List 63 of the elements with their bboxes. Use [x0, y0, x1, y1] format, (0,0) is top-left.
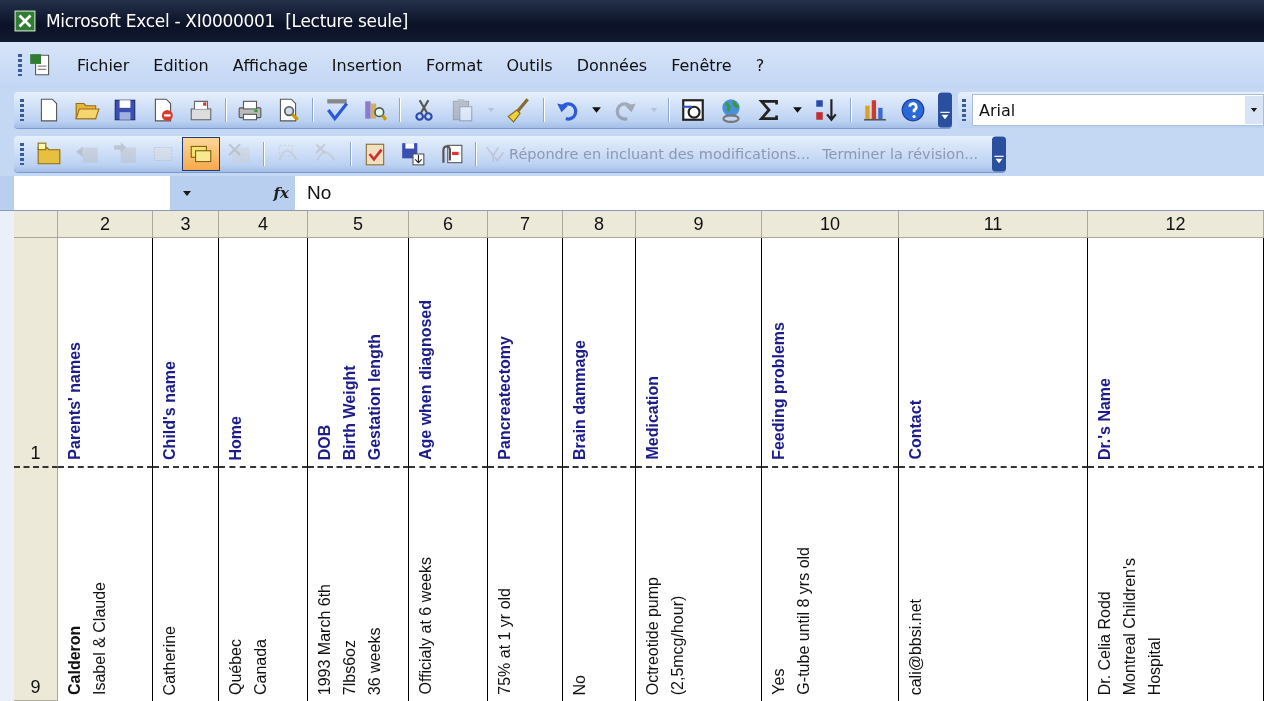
table-cell-text: No: [570, 674, 589, 695]
table-cell-text: Feeding problems: [769, 322, 788, 460]
table-cell-text: Officialy at 6 weeks: [416, 557, 435, 695]
table-cell-text: Age when diagnosed: [416, 300, 435, 460]
check-mark-icon[interactable]: [324, 97, 350, 123]
help-icon[interactable]: [900, 97, 926, 123]
caret-icon[interactable]: [591, 106, 602, 114]
menu-item[interactable]: Fichier: [68, 51, 139, 79]
table-cell-text: 75% at 1 yr old: [495, 588, 514, 695]
column-header[interactable]: 12: [1088, 211, 1264, 238]
table-cell-text: Brain dammage: [570, 339, 589, 460]
font-field[interactable]: Arial: [972, 94, 1264, 126]
column-header[interactable]: 3: [153, 211, 219, 238]
column-header[interactable]: 11: [899, 211, 1088, 238]
table-cell-text: Catherine: [160, 625, 179, 695]
table-cell-text: DOB Birth Weight Gestation length: [315, 333, 384, 460]
toolbar-options-icon[interactable]: [938, 92, 952, 128]
column-header[interactable]: 6: [409, 211, 488, 238]
table-cell-text: Dr.'s Name: [1095, 377, 1114, 460]
formula-field[interactable]: No: [295, 176, 1264, 210]
table-cell-text: cali@bbsi.net: [906, 598, 925, 695]
note-folder-icon[interactable]: [36, 141, 62, 167]
column-header[interactable]: 9: [636, 211, 762, 238]
column-header[interactable]: 8: [563, 211, 636, 238]
table-cell-text: Octreotide pump (2,5mcg/hour): [643, 576, 687, 695]
menu-item[interactable]: Format: [417, 51, 492, 79]
table-cell-text: Québec Canada: [226, 638, 270, 695]
menu-item[interactable]: Edition: [144, 51, 218, 79]
menu-item[interactable]: Fenêtre: [662, 51, 741, 79]
spreadsheet-logo-icon: [14, 10, 36, 32]
caret-icon[interactable]: [182, 189, 192, 197]
table-cell-text: Parents' names: [65, 342, 84, 460]
window-title: Microsoft Excel - XI0000001 [Lecture seule]: [46, 11, 409, 31]
toolbar-button[interactable]: [182, 137, 220, 171]
floppy-arrow-icon[interactable]: [400, 141, 426, 167]
column-header[interactable]: 4: [219, 211, 308, 238]
table-cell-text: Dr. Celia Rodd Montreal Children's Hospital: [1095, 557, 1164, 695]
menu-item[interactable]: Affichage: [223, 51, 317, 79]
table-cell-text: Medication: [643, 376, 662, 460]
brush-icon[interactable]: [506, 97, 532, 123]
row-header[interactable]: 9: [14, 468, 58, 701]
table-cell-text: 1993 March 6th 7lbs6oz 36 weeks: [315, 583, 384, 695]
table-cell-text: Yes G-tube until 8 yrs old: [769, 547, 813, 695]
table-cell-text: Child's name: [160, 361, 179, 460]
caret-icon[interactable]: [1250, 107, 1258, 113]
menu-item[interactable]: Insertion: [322, 51, 412, 79]
caret-icon[interactable]: [792, 106, 803, 114]
table-cell-text: Contact: [906, 400, 925, 460]
column-header[interactable]: 2: [58, 211, 153, 238]
sort-icon[interactable]: [813, 97, 839, 123]
menu-item[interactable]: Outils: [497, 51, 562, 79]
table-cell-text: Pancreatectomy: [495, 336, 514, 460]
menu-item[interactable]: ?: [746, 51, 774, 79]
column-header[interactable]: 7: [488, 211, 563, 238]
bar-chart-icon[interactable]: [862, 97, 888, 123]
table-cell-text: Calderon Isabel & Claude: [65, 582, 109, 695]
function-button[interactable]: fx: [273, 184, 289, 202]
row-header[interactable]: 1: [14, 238, 58, 468]
column-header[interactable]: 5: [308, 211, 409, 238]
column-header[interactable]: 10: [762, 211, 899, 238]
table-cell-text: Home: [226, 415, 245, 460]
menu-item[interactable]: Données: [567, 51, 657, 79]
toolbar-options-icon[interactable]: [992, 136, 1007, 172]
